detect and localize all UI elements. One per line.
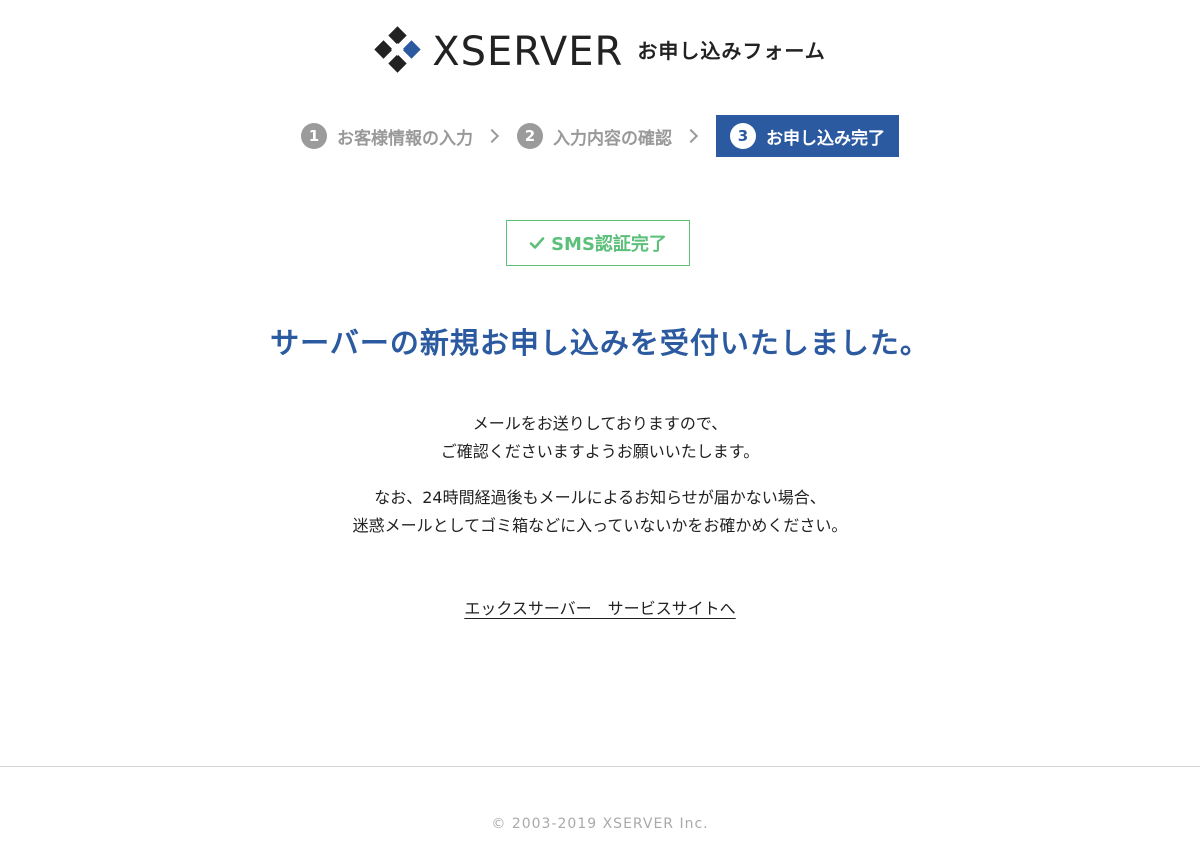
xserver-logo-icon [374, 26, 421, 73]
mail-notice-line: ご確認くださいますようお願いいたします。 [440, 442, 760, 461]
service-site-link[interactable]: エックスサーバー サービスサイトへ [464, 599, 735, 618]
step-number: 1 [301, 123, 327, 149]
spam-notice-line: なお、24時間経過後もメールによるお知らせが届かない場合、 [374, 488, 826, 507]
spam-notice-line: 迷惑メールとしてゴミ箱などに入っていないかをお確かめください。 [352, 516, 848, 535]
spam-notice: なお、24時間経過後もメールによるお知らせが届かない場合、 迷惑メールとしてゴミ… [0, 484, 1200, 540]
step-complete: 3 お申し込み完了 [716, 115, 899, 157]
step-confirm: 2 入力内容の確認 [517, 115, 672, 157]
step-label: お客様情報の入力 [337, 128, 473, 149]
footer-divider [0, 766, 1200, 767]
page: XSERVER お申し込みフォーム 1 お客様情報の入力 2 入力内容の確認 3… [0, 0, 1200, 850]
sms-badge-label: SMS認証完了 [551, 234, 667, 255]
mail-notice-line: メールをお送りしておりますので、 [472, 414, 728, 433]
check-icon [529, 237, 545, 249]
logo: XSERVER [374, 26, 623, 78]
copyright: © 2003-2019 XSERVER Inc. [491, 816, 709, 832]
header: XSERVER お申し込みフォーム [0, 26, 1200, 78]
step-number: 3 [730, 123, 756, 149]
step-label: お申し込み完了 [766, 128, 885, 149]
logo-text: XSERVER [432, 29, 624, 75]
service-site-link-wrap: エックスサーバー サービスサイトへ [0, 595, 1200, 619]
step-label: 入力内容の確認 [553, 128, 672, 149]
form-title: お申し込みフォーム [637, 38, 826, 63]
page-title: サーバーの新規お申し込みを受付いたしました。 [270, 326, 930, 360]
progress-steps: 1 お客様情報の入力 2 入力内容の確認 3 お申し込み完了 [0, 115, 1200, 157]
chevron-right-icon [683, 128, 699, 144]
chevron-right-icon [484, 128, 500, 144]
sms-verified-badge: SMS認証完了 [506, 220, 690, 266]
step-number: 2 [517, 123, 543, 149]
mail-notice: メールをお送りしておりますので、 ご確認くださいますようお願いいたします。 [0, 410, 1200, 466]
step-customer-info: 1 お客様情報の入力 [301, 115, 473, 157]
